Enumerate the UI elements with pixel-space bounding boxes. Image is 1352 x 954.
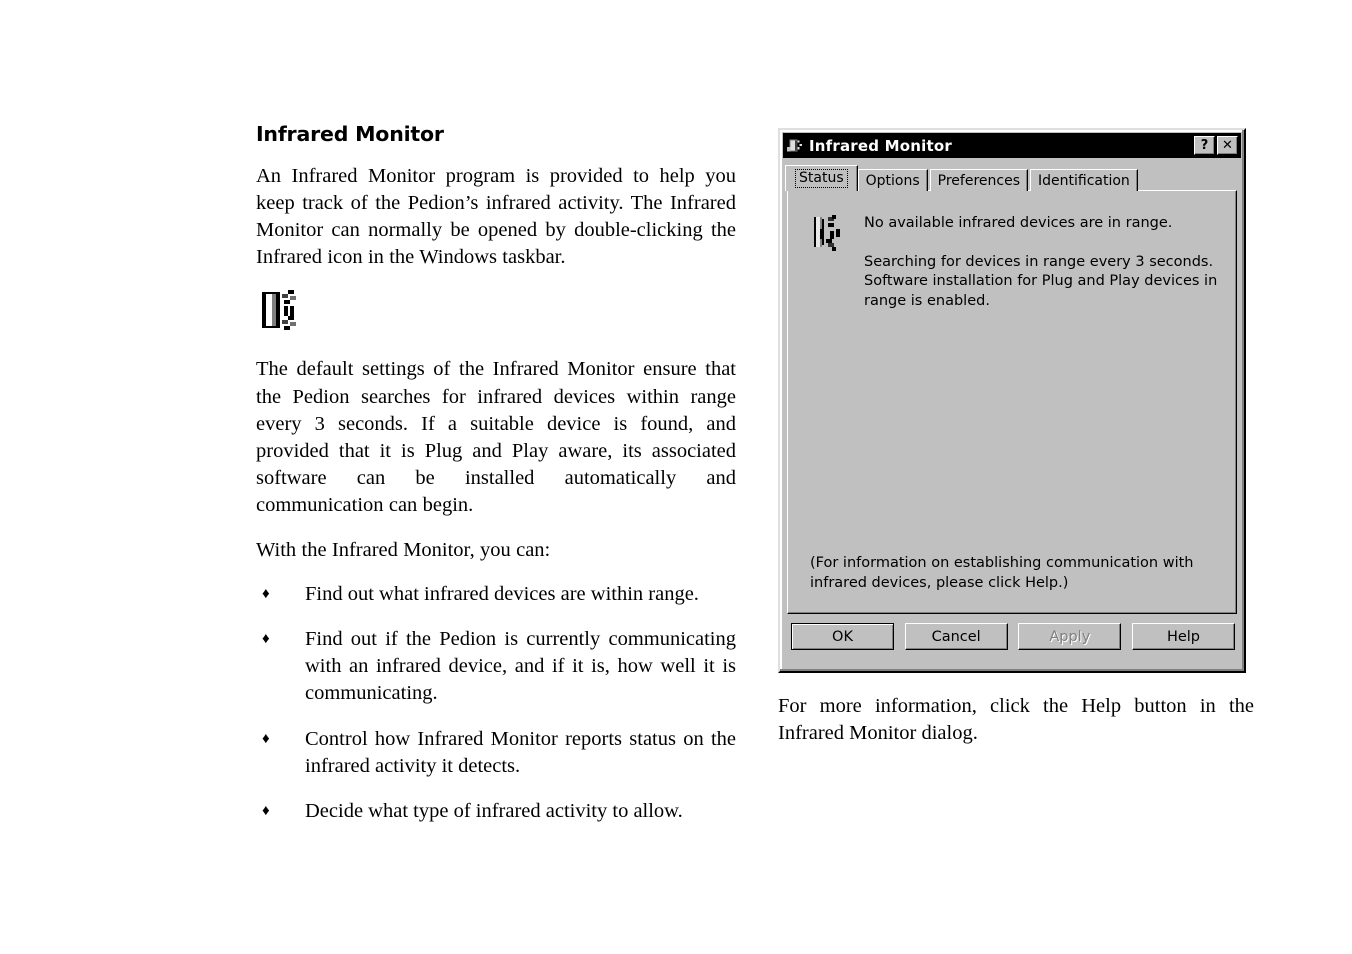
figure-column: Infrared Monitor ? ✕ Status Options Pref… [778,128,1256,747]
infrared-monitor-dialog: Infrared Monitor ? ✕ Status Options Pref… [778,128,1246,673]
dialog-titlebar[interactable]: Infrared Monitor ? ✕ [783,133,1241,158]
tab-preferences-label: Preferences [937,172,1020,189]
window-controls: ? ✕ [1194,136,1239,155]
list-item: ♦ Find out what infrared devices are wit… [256,581,736,608]
infrared-taskbar-icon [262,290,296,331]
help-note: (For information on establishing communi… [810,555,1194,591]
tab-status-label: Status [795,169,848,188]
list-item-label: Decide what type of infrared activity to… [305,800,683,823]
bullet-diamond-icon: ♦ [262,730,270,747]
bullet-diamond-icon: ♦ [262,803,270,820]
apply-button: Apply [1018,623,1122,650]
intro-paragraph: An Infrared Monitor program is provided … [256,164,736,269]
status-messages: No available infrared devices are in ran… [864,213,1236,311]
infrared-signal-icon [814,215,840,251]
figure-caption: For more information, click the Help but… [778,695,1254,745]
list-item: ♦ Control how Infrared Monitor reports s… [256,726,736,780]
capability-list: ♦ Find out what infrared devices are wit… [256,581,736,825]
dialog-button-row: OK Cancel Apply Help [791,623,1235,650]
infrared-taskbar-icon-figure [258,288,736,334]
tab-options-label: Options [865,172,920,189]
defaults-paragraph: The default settings of the Infrared Mon… [256,356,736,519]
tab-status[interactable]: Status [785,165,858,191]
tab-identification[interactable]: Identification [1030,169,1138,191]
bullet-diamond-icon: ♦ [262,631,270,648]
plug-and-play-phrase: Plug and Play [424,440,549,463]
cancel-button[interactable]: Cancel [904,623,1008,650]
tab-options[interactable]: Options [857,169,928,191]
ok-button[interactable]: OK [791,623,894,650]
list-item: ♦ Decide what type of infrared activity … [256,798,736,825]
help-button[interactable]: Help [1131,623,1235,650]
list-item-label: Find out what infrared devices are withi… [305,582,699,605]
infrared-monitor-icon [787,138,802,152]
article-column: Infrared Monitor An Infrared Monitor pro… [256,122,736,825]
tab-identification-label: Identification [1038,172,1130,189]
status-tab-panel: No available infrared devices are in ran… [787,190,1237,614]
tab-strip: Status Options Preferences Identificatio… [785,165,1241,191]
status-headline: No available infrared devices are in ran… [864,215,1173,231]
list-item: ♦ Find out if the Pedion is currently co… [256,626,736,708]
bullet-diamond-icon: ♦ [262,585,270,602]
dialog-title: Infrared Monitor [809,136,952,155]
list-item-label: Find out if the Pedion is currently comm… [305,628,736,705]
status-block: No available infrared devices are in ran… [788,191,1236,311]
help-context-button[interactable]: ? [1194,136,1215,155]
status-detail: Searching for devices in range every 3 s… [864,253,1218,309]
close-button[interactable]: ✕ [1217,136,1238,155]
tab-preferences[interactable]: Preferences [929,169,1028,191]
page-title: Infrared Monitor [256,122,444,146]
list-intro-paragraph: With the Infrared Monitor, you can: [256,538,551,561]
list-item-label: Control how Infrared Monitor reports sta… [305,727,736,777]
